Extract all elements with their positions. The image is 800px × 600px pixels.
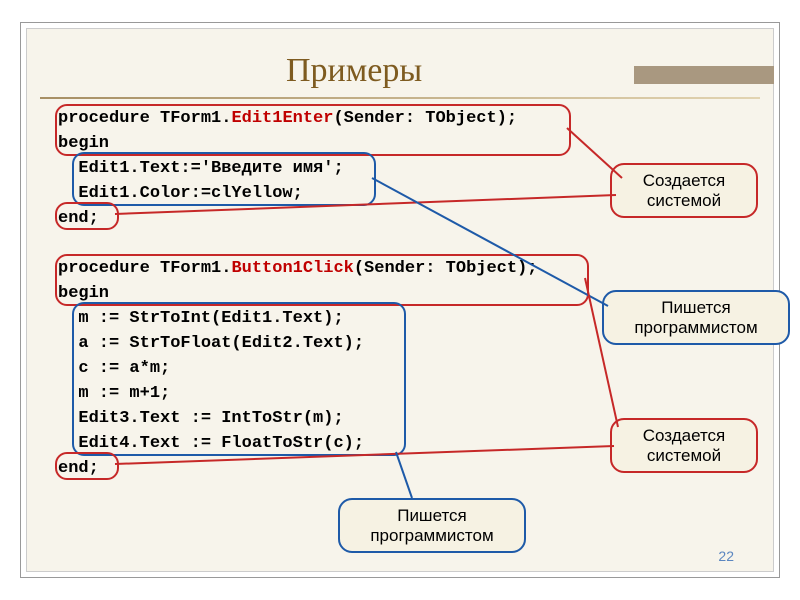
title-underline — [40, 97, 760, 99]
title-row: Примеры — [26, 52, 774, 90]
callout-programmer-1: Пишется программистом — [602, 290, 790, 345]
page-number: 22 — [718, 548, 734, 564]
outline-code2-end — [55, 452, 119, 480]
outline-code2-body — [72, 302, 406, 456]
outline-code1-sig — [55, 104, 571, 156]
accent-bar — [634, 66, 774, 84]
outline-code1-end — [55, 202, 119, 230]
outline-code2-sig — [55, 254, 589, 306]
callout-system-created-1: Создается системой — [610, 163, 758, 218]
callout-programmer-2: Пишется программистом — [338, 498, 526, 553]
callout-system-created-2: Создается системой — [610, 418, 758, 473]
outline-code1-body — [72, 152, 376, 206]
page-title: Примеры — [286, 52, 422, 90]
